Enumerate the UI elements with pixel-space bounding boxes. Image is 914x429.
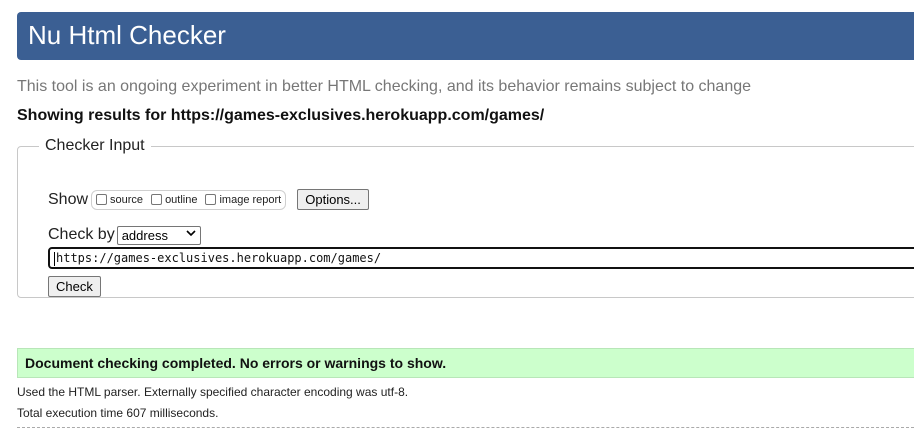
checker-input-legend: Checker Input [45,137,145,154]
parser-info-text: Used the HTML parser. Externally specifi… [17,385,409,399]
show-options-group: source outline image report [91,189,287,210]
check-by-selected-value: address [121,227,168,243]
url-input[interactable]: https://games-exclusives.herokuapp.com/g… [48,247,914,269]
show-source-label: source [110,193,144,206]
check-by-row: Check by address [48,225,201,245]
show-outline-label: outline [165,193,198,206]
divider [17,427,914,428]
show-source-checkbox[interactable] [96,194,108,205]
chevron-down-icon [186,230,196,240]
show-source-option[interactable]: source [96,194,143,206]
execution-time-text: Total execution time 607 milliseconds. [17,406,219,420]
page-header: Nu Html Checker [17,12,914,60]
show-outline-option[interactable]: outline [151,194,197,206]
results-heading: Showing results for https://games-exclus… [17,107,545,124]
check-by-label: Check by [48,226,115,243]
show-image-report-label: image report [219,193,282,206]
options-button[interactable]: Options... [297,189,369,210]
show-image-report-checkbox[interactable] [205,194,217,205]
show-outline-checkbox[interactable] [151,194,163,205]
url-input-value: https://games-exclusives.herokuapp.com/g… [56,251,382,265]
show-label: Show [48,190,89,208]
page: Nu Html Checker This tool is an ongoing … [0,0,914,429]
check-button[interactable]: Check [48,276,101,297]
show-options-row: Show source outline image report Options… [48,189,369,210]
checker-input-fieldset: Checker Input Show source outline image … [17,137,914,298]
page-title: Nu Html Checker [28,20,226,50]
success-message: Document checking completed. No errors o… [17,348,914,378]
text-caret [54,251,55,266]
intro-text: This tool is an ongoing experiment in be… [17,78,752,95]
show-image-report-option[interactable]: image report [205,194,281,206]
check-by-select[interactable]: address [116,225,201,245]
